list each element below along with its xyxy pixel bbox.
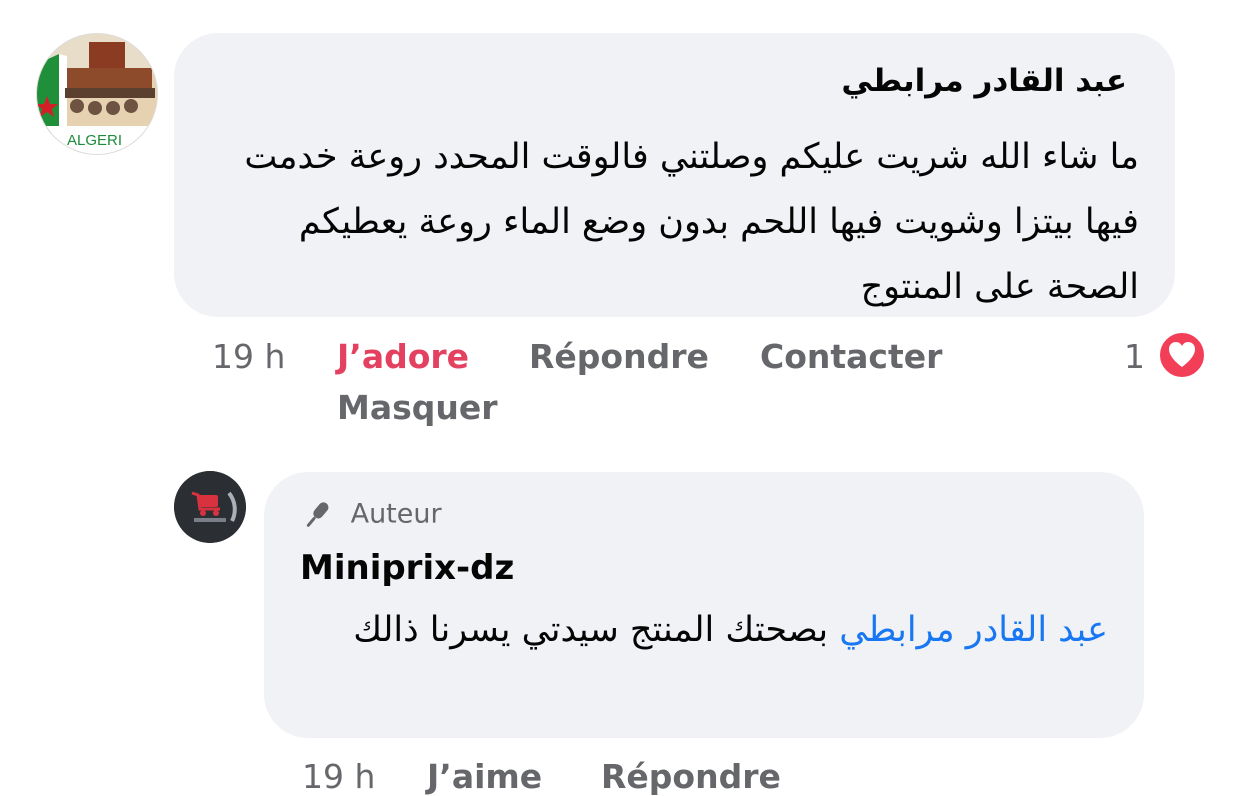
hide-button[interactable]: Masquer xyxy=(337,388,498,427)
commenter-avatar[interactable]: ALGERI xyxy=(36,33,158,155)
author-badge: Auteur xyxy=(300,498,442,532)
reply-timestamp: 19 h xyxy=(302,757,376,796)
reply-author[interactable]: Miniprix-dz xyxy=(300,548,514,588)
mention-link[interactable]: عبد القادر مرابطي xyxy=(839,610,1108,650)
microphone-icon xyxy=(306,502,329,527)
heart-icon[interactable] xyxy=(1158,331,1206,379)
reply-reply-button[interactable]: Répondre xyxy=(601,757,781,796)
contact-button[interactable]: Contacter xyxy=(760,337,942,376)
cart-logo-icon xyxy=(174,471,246,543)
page-avatar[interactable] xyxy=(174,471,246,543)
comment-text: ما شاء الله شريت عليكم وصلتني فالوقت الم… xyxy=(244,137,1139,307)
reply-text: عبد القادر مرابطي بصحتك المنتج سيدتي يسر… xyxy=(300,598,1108,662)
comment-author[interactable]: عبد القادر مرابطي xyxy=(841,63,1127,99)
avatar-caption: ALGERI xyxy=(67,132,123,149)
comment-bubble: عبد القادر مرابطي ما شاء الله شريت عليكم… xyxy=(174,33,1175,317)
reaction-count[interactable]: 1 xyxy=(1124,337,1145,376)
love-button[interactable]: J’adore xyxy=(337,337,469,376)
reply-message: بصحتك المنتج سيدتي يسرنا ذالك xyxy=(353,610,829,650)
reply-button[interactable]: Répondre xyxy=(529,337,709,376)
like-button[interactable]: J’aime xyxy=(427,757,542,796)
author-badge-label: Auteur xyxy=(350,498,442,530)
reply-bubble: Auteur Miniprix-dz عبد القادر مرابطي بصح… xyxy=(264,472,1144,738)
comment-timestamp: 19 h xyxy=(212,337,286,376)
